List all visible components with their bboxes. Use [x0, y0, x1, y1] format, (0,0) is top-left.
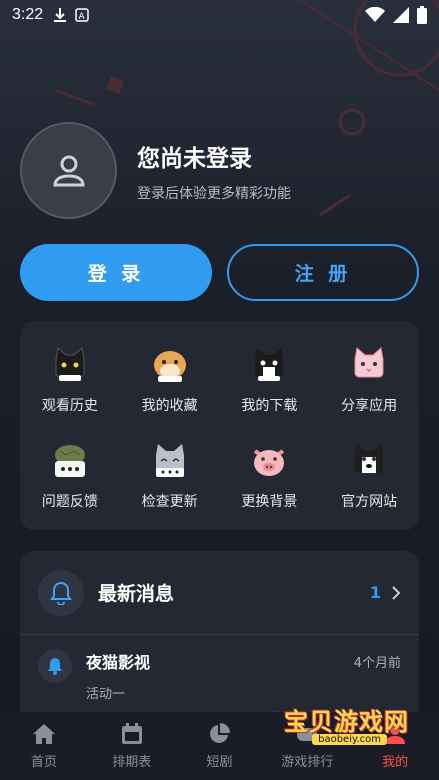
tab-label: 排期表 [112, 754, 152, 770]
wifi-icon [365, 7, 385, 22]
watermark-text: 宝贝游戏网 [284, 708, 409, 736]
news-header[interactable]: 最新消息 1 [20, 551, 419, 635]
status-bar: 3:22 A [0, 0, 439, 30]
message-time: 4个月前 [353, 655, 401, 671]
tab-label: 首页 [30, 754, 57, 770]
feature-my-downloads[interactable]: 我的下载 [220, 343, 320, 425]
cat-pink-icon [347, 343, 391, 387]
message-sender: 夜猫影视 [86, 653, 151, 672]
watermark-url: baobeiy.com [312, 734, 387, 745]
app-a-icon: A [75, 8, 89, 22]
feature-feedback[interactable]: 问题反馈 [20, 439, 120, 521]
feature-official-website[interactable]: 官方网站 [319, 439, 419, 521]
bell-icon [50, 581, 72, 605]
login-status-subtitle: 登录后体验更多精彩功能 [137, 185, 291, 202]
feature-label: 分享应用 [341, 398, 398, 414]
message-subject: 活动一 [86, 687, 126, 702]
cat-tuxedo-icon [247, 343, 291, 387]
turtle-icon [48, 439, 92, 483]
feature-label: 我的下载 [241, 398, 298, 414]
svg-text:A: A [79, 12, 86, 22]
battery-icon [417, 6, 427, 24]
feature-label: 观看历史 [41, 398, 98, 414]
feature-check-update[interactable]: 检查更新 [120, 439, 220, 521]
feature-share-app[interactable]: 分享应用 [319, 343, 419, 425]
pig-icon [247, 439, 291, 483]
tab-home[interactable]: 首页 [0, 712, 88, 780]
feature-change-background[interactable]: 更换背景 [220, 439, 320, 521]
register-button[interactable]: 注 册 [227, 244, 419, 301]
watermark: 宝贝游戏网 baobeiy.com [269, 702, 409, 762]
signal-icon [393, 7, 409, 23]
login-status-title: 您尚未登录 [137, 145, 252, 172]
hamster-icon [148, 343, 192, 387]
feature-label: 更换背景 [241, 493, 298, 510]
avatar[interactable] [20, 122, 117, 219]
feature-watch-history[interactable]: 观看历史 [20, 343, 120, 425]
feature-label: 问题反馈 [41, 493, 98, 510]
news-title: 最新消息 [98, 583, 175, 605]
tab-schedule[interactable]: 排期表 [88, 712, 176, 780]
status-time: 3:22 [12, 6, 44, 23]
pie-icon [210, 722, 231, 743]
news-bell-badge [38, 569, 84, 616]
download-icon [54, 8, 67, 22]
user-icon [52, 155, 85, 186]
feature-grid: 观看历史 我的收藏 我的下载 分享应用 问题反馈 检查更新 更换背景 官方网站 [20, 321, 419, 530]
cat-grey-icon [148, 439, 192, 483]
bell-filled-icon [48, 658, 62, 675]
cat-black-icon [48, 343, 92, 387]
chevron-right-icon [392, 585, 401, 600]
husky-icon [347, 439, 391, 483]
message-bell-badge [38, 649, 72, 683]
calendar-icon [121, 722, 142, 744]
feature-label: 检查更新 [141, 493, 198, 510]
tab-label: 短剧 [206, 754, 233, 770]
feature-label: 我的收藏 [141, 398, 198, 414]
profile-section: 您尚未登录 登录后体验更多精彩功能 [20, 122, 291, 219]
tab-short-drama[interactable]: 短剧 [176, 712, 264, 780]
login-button[interactable]: 登 录 [20, 244, 212, 301]
feature-my-favorites[interactable]: 我的收藏 [120, 343, 220, 425]
feature-label: 官方网站 [341, 493, 398, 510]
news-count: 1 [369, 583, 381, 602]
home-icon [32, 723, 55, 744]
